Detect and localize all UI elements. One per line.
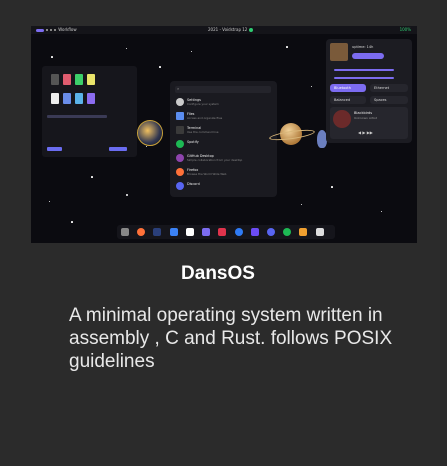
prompt-badge (109, 147, 127, 151)
app-name: Spotify (187, 140, 199, 144)
planet-earth (137, 120, 163, 146)
spotify-icon[interactable] (283, 228, 291, 236)
terminal-icon (176, 126, 184, 134)
star (159, 66, 161, 68)
dock (117, 225, 335, 239)
brightness-slider[interactable] (334, 77, 394, 79)
top-panel: Workflow 2021 - Voidstrap 12 100% (31, 26, 417, 34)
app-desc: Use the command line (187, 130, 219, 134)
star (126, 194, 128, 196)
volume-slider[interactable] (334, 69, 394, 71)
teams-icon[interactable] (251, 228, 259, 236)
launcher-app-spotify[interactable]: Spotify (176, 139, 272, 151)
file-icon[interactable] (51, 93, 59, 104)
star (126, 48, 127, 49)
file-icon[interactable] (87, 74, 95, 85)
power-button[interactable] (352, 53, 384, 59)
star (191, 51, 192, 52)
workspace-indicator[interactable]: Workflow (35, 26, 77, 34)
toggle-spaces[interactable]: Spaces (370, 96, 408, 104)
discord-icon (176, 182, 184, 190)
toggle-bluetooth[interactable]: Bluetooth (330, 84, 366, 92)
clock-text: 2021 - Voidstrap 12 (208, 27, 248, 32)
terminal-line (47, 115, 107, 118)
search-icon: ⌕ (177, 86, 180, 91)
github-icon (176, 154, 184, 162)
toggle-label: Balanced (334, 98, 351, 102)
toggle-ethernet[interactable]: Ethernet (370, 84, 408, 92)
file-icon[interactable] (75, 74, 83, 85)
media-controls[interactable]: ◀ ▶ ▶▶ (358, 131, 380, 135)
card-title: DansOS (181, 263, 255, 284)
toggle-label: Bluetooth (334, 86, 351, 90)
discord-icon[interactable] (267, 228, 275, 236)
spotify-icon (176, 140, 184, 148)
workspace-label: Workflow (58, 27, 77, 32)
prompt-badge (47, 147, 62, 151)
media-artist: Unknown Artist (354, 116, 377, 120)
card-description: A minimal operating system written in as… (69, 305, 393, 372)
gear-icon (176, 98, 184, 106)
status-dot-icon (248, 28, 253, 32)
launcher-app-settings[interactable]: Settings Configure your system (176, 97, 272, 109)
star (71, 221, 73, 223)
app-name: Discord (187, 182, 200, 186)
quick-settings-panel[interactable]: uptime: 14h Bluetooth Ethernet Balanced … (326, 39, 412, 143)
launcher-app-discord[interactable]: Discord (176, 181, 272, 193)
tor-icon[interactable] (202, 228, 210, 236)
avatar (330, 43, 348, 61)
star (301, 204, 302, 205)
active-workspace-pill (36, 28, 44, 32)
launcher-app-firefox[interactable]: Firefox Browse the World Wide Web (176, 167, 272, 179)
file-icon[interactable] (87, 93, 95, 104)
album-art (333, 110, 351, 128)
media-title: Blackbirds (354, 111, 373, 115)
star (381, 211, 382, 212)
file-icon[interactable] (51, 74, 59, 85)
file-icon[interactable] (63, 93, 71, 104)
launcher-app-terminal[interactable]: Terminal Use the command line (176, 125, 272, 137)
calendar-icon[interactable] (218, 228, 226, 236)
clock[interactable]: 2021 - Voidstrap 12 (208, 26, 253, 34)
file-icon[interactable] (75, 93, 83, 104)
file-icon[interactable] (63, 74, 71, 85)
battery-text: 100% (399, 27, 411, 32)
star (91, 176, 93, 178)
launcher-app-github[interactable]: GitHub Desktop Simple collaboration from… (176, 153, 272, 165)
editor-icon[interactable] (170, 228, 178, 236)
star (311, 86, 312, 87)
system-tray[interactable]: 100% (400, 26, 411, 34)
uptime-text: uptime: 14h (352, 45, 374, 49)
desktop-screenshot: Workflow 2021 - Voidstrap 12 100% ⌕ Sett (31, 26, 417, 243)
file-manager-window[interactable] (42, 66, 137, 157)
star (51, 56, 53, 58)
messenger-icon[interactable] (235, 228, 243, 236)
app-desc: Simple collaboration from your desktop (187, 158, 243, 162)
toggle-balanced[interactable]: Balanced (330, 96, 366, 104)
star (331, 186, 333, 188)
app-grid-icon[interactable] (121, 228, 129, 236)
folder-icon (176, 112, 184, 120)
toggle-label: Spaces (374, 98, 387, 102)
toggle-label: Ethernet (374, 86, 390, 90)
files-icon[interactable] (186, 228, 194, 236)
app-launcher[interactable]: ⌕ Settings Configure your system Files A… (170, 81, 277, 197)
app-desc: Browse the World Wide Web (187, 172, 227, 176)
terminal-icon[interactable] (153, 228, 161, 236)
launcher-app-files[interactable]: Files Access and organize files (176, 111, 272, 123)
firefox-icon[interactable] (137, 228, 145, 236)
app-desc: Access and organize files (187, 116, 223, 120)
screenshot-icon[interactable] (316, 228, 324, 236)
media-player[interactable]: Blackbirds Unknown Artist ◀ ▶ ▶▶ (330, 107, 408, 139)
star (49, 201, 50, 202)
star (286, 46, 288, 48)
star (146, 146, 147, 147)
launcher-search-input[interactable]: ⌕ (175, 86, 271, 93)
firefox-icon (176, 168, 184, 176)
store-icon[interactable] (299, 228, 307, 236)
app-desc: Configure your system (187, 102, 219, 106)
